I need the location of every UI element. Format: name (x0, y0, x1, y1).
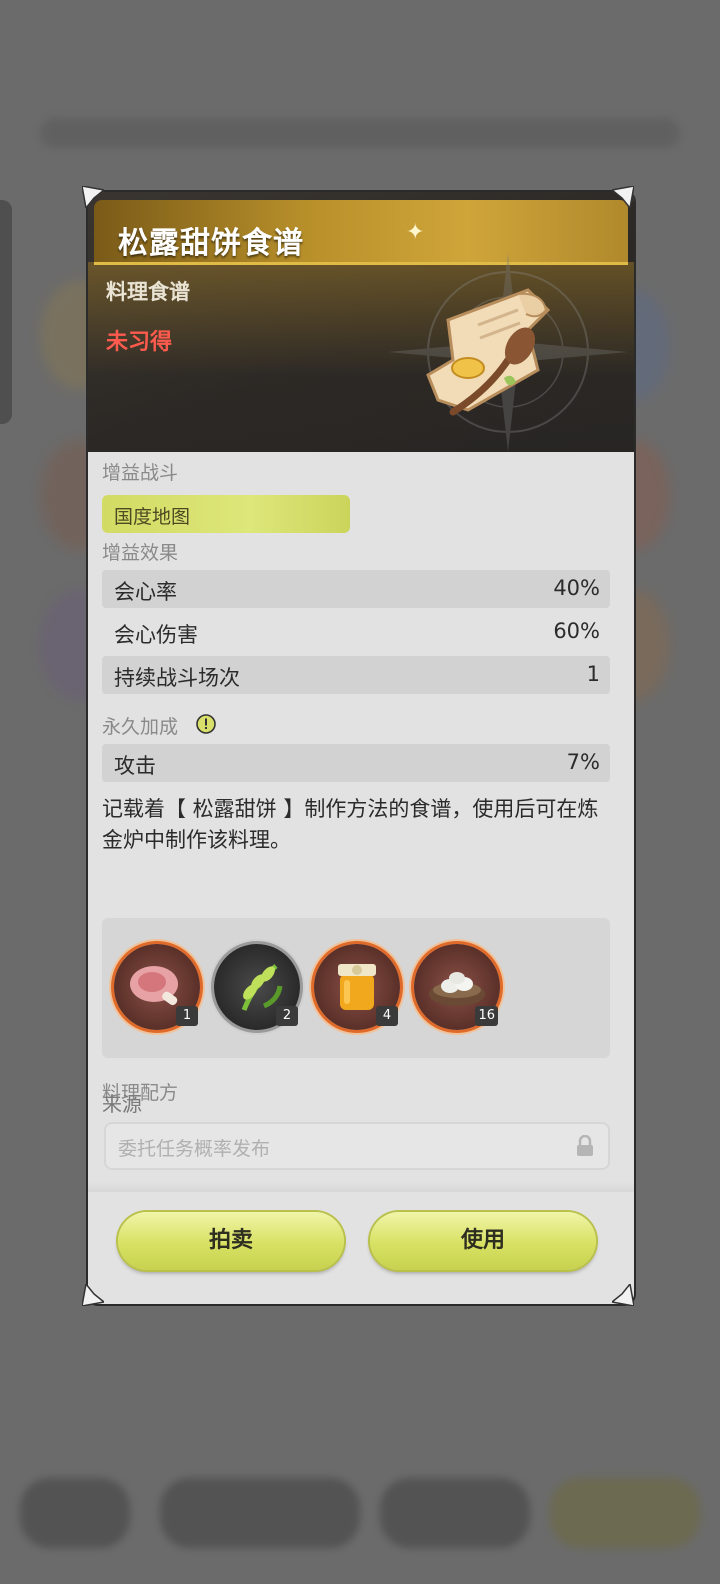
ingredient-slot[interactable]: 16 (414, 944, 500, 1030)
stat-row: 会心率 40% (102, 570, 610, 608)
ingredient-count: 16 (475, 1006, 498, 1026)
ingredient-slot[interactable]: 2 (214, 944, 300, 1030)
stat-value: 60% (553, 619, 600, 643)
recipe-scroll-icon (426, 288, 551, 416)
background-header-bar (40, 118, 680, 148)
sparkle-icon: ✦ (406, 220, 425, 245)
stat-name: 攻击 (114, 754, 156, 778)
corner-ornament-icon (81, 185, 106, 210)
learn-status-label: 未习得 (106, 330, 173, 355)
stat-value: 1 (586, 662, 600, 686)
permanent-bonus-label: 永久加成 (102, 716, 179, 738)
ingredient-slot[interactable]: 1 (114, 944, 200, 1030)
buff-battle-tag[interactable]: 国度地图 (102, 495, 350, 533)
source-field: 委托任务概率发布 (104, 1122, 610, 1170)
stat-value: 40% (553, 576, 600, 600)
ingredient-count: 1 (176, 1006, 198, 1026)
lock-icon (577, 1135, 593, 1156)
buff-battle-tag-text: 国度地图 (114, 506, 191, 528)
side-panel-tab (0, 200, 12, 424)
stat-value: 7% (566, 750, 600, 774)
background-bottom-nav (0, 1468, 720, 1584)
auction-button-label: 拍卖 (208, 1228, 253, 1253)
info-alert-icon[interactable] (196, 714, 216, 734)
buff-effects-label: 增益效果 (102, 542, 179, 564)
stat-row: 持续战斗场次 1 (102, 656, 610, 694)
auction-button[interactable]: 拍卖 (118, 1212, 344, 1270)
item-type-label: 料理食谱 (106, 280, 190, 304)
corner-ornament-icon (610, 185, 635, 210)
source-text: 委托任务概率发布 (118, 1138, 271, 1160)
use-button-label: 使用 (460, 1228, 505, 1253)
stat-row: 攻击 7% (102, 744, 610, 782)
corner-ornament-icon (610, 1282, 635, 1307)
recipe-ingredients-panel: 1 2 4 16 (102, 918, 610, 1058)
buff-battle-label: 增益战斗 (102, 462, 179, 484)
card-header: 松露甜饼食谱 ✦ 料理食谱 未习得 (88, 192, 634, 452)
ingredient-count: 2 (276, 1006, 298, 1026)
source-label: 来源 (102, 1092, 142, 1116)
stat-name: 会心率 (114, 580, 177, 604)
ingredient-slot[interactable]: 4 (314, 944, 400, 1030)
stat-name: 会心伤害 (114, 623, 198, 647)
item-detail-card: 松露甜饼食谱 ✦ 料理食谱 未习得 增益战斗 国度地图 增益效果 会心率 40%… (88, 192, 634, 1304)
stat-row: 会心伤害 60% (102, 613, 610, 651)
corner-ornament-icon (81, 1282, 106, 1307)
stat-name: 持续战斗场次 (114, 666, 240, 690)
item-title: 松露甜饼食谱 (118, 226, 304, 261)
item-description: 记载着【 松露甜饼 】制作方法的食谱，使用后可在炼金炉中制作该料理。 (102, 797, 599, 852)
use-button[interactable]: 使用 (370, 1212, 596, 1270)
ingredient-count: 4 (376, 1006, 398, 1026)
